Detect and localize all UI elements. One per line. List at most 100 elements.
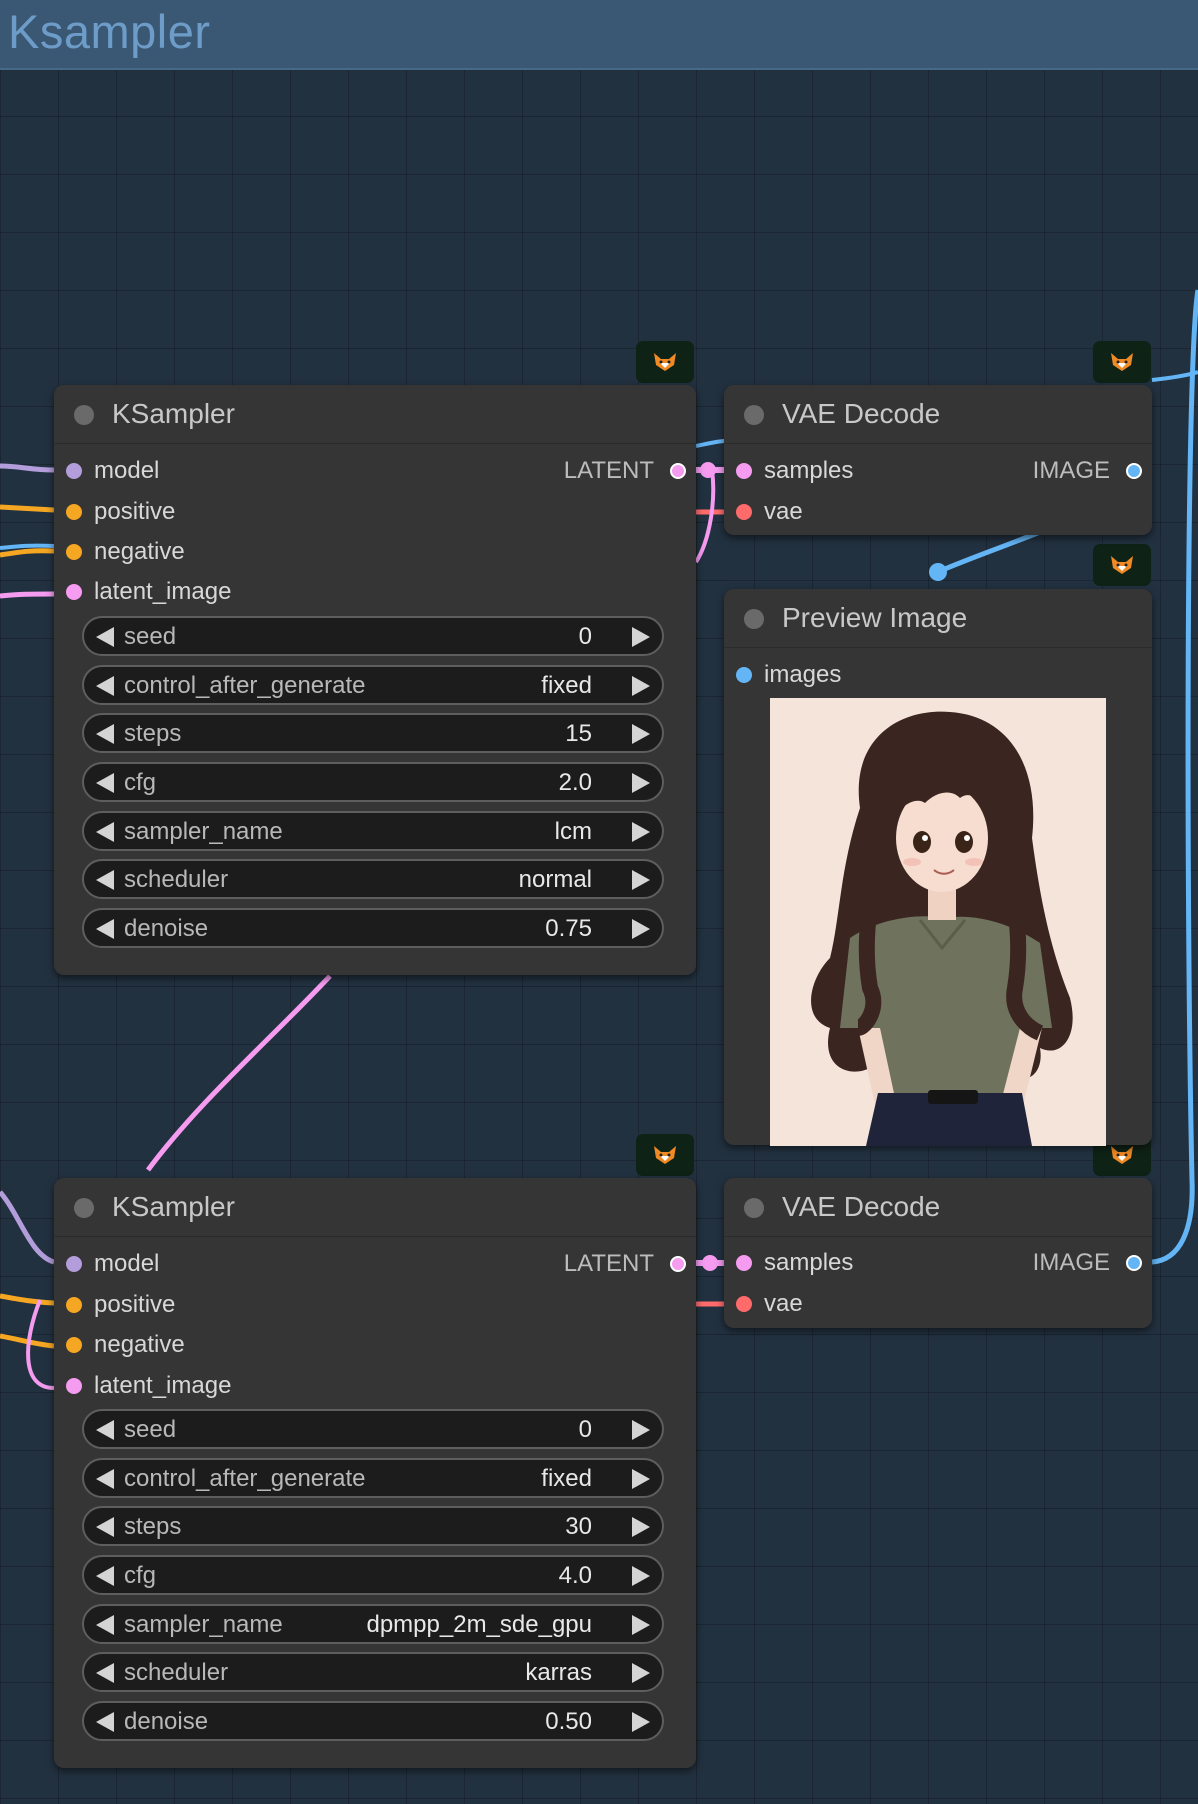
output-dot-latent[interactable]	[670, 463, 686, 479]
input-dot-images[interactable]	[736, 667, 752, 683]
widget-value: dpmpp_2m_sde_gpu	[366, 1611, 592, 1638]
collapse-dot[interactable]	[744, 405, 764, 425]
increment-arrow[interactable]	[632, 1469, 650, 1489]
increment-arrow[interactable]	[632, 822, 650, 842]
increment-arrow[interactable]	[632, 870, 650, 890]
node-title: KSampler	[112, 1191, 235, 1222]
widget-name: seed	[124, 623, 177, 650]
output-dot-image[interactable]	[1126, 1255, 1142, 1271]
output-dot-latent[interactable]	[670, 1256, 686, 1272]
input-dot-vae[interactable]	[736, 1296, 752, 1312]
wire-model-1	[0, 463, 55, 473]
increment-arrow[interactable]	[632, 919, 650, 939]
input-dot-latent[interactable]	[66, 584, 82, 600]
widget-name: scheduler	[124, 866, 229, 893]
decrement-arrow[interactable]	[96, 1712, 114, 1732]
node-title-bar[interactable]: VAE Decode	[724, 1178, 1152, 1237]
input-positive: positive	[94, 498, 176, 525]
decrement-arrow[interactable]	[96, 773, 114, 793]
increment-arrow[interactable]	[632, 773, 650, 793]
increment-arrow[interactable]	[632, 1615, 650, 1635]
increment-arrow[interactable]	[632, 724, 650, 744]
input-vae: vae	[764, 1290, 803, 1317]
increment-arrow[interactable]	[632, 1712, 650, 1732]
fox-icon	[654, 1146, 676, 1164]
input-dot-vae[interactable]	[736, 504, 752, 520]
input-dot-negative[interactable]	[66, 544, 82, 560]
decrement-arrow[interactable]	[96, 1663, 114, 1683]
widget-denoise[interactable]: denoise 0.75	[82, 908, 664, 948]
input-dot-latent[interactable]	[66, 1378, 82, 1394]
node-badge	[1093, 341, 1151, 383]
decrement-arrow[interactable]	[96, 1469, 114, 1489]
input-dot-negative[interactable]	[66, 1337, 82, 1353]
decrement-arrow[interactable]	[96, 724, 114, 744]
increment-arrow[interactable]	[632, 1517, 650, 1537]
increment-arrow[interactable]	[632, 676, 650, 696]
input-positive: positive	[94, 1291, 176, 1318]
widget-sampler-name[interactable]: sampler_name lcm	[82, 811, 664, 851]
decrement-arrow[interactable]	[96, 676, 114, 696]
ksampler-node-2[interactable]: KSampler model positive negative latent_…	[54, 1178, 696, 1768]
collapse-dot[interactable]	[74, 1198, 94, 1218]
widget-seed[interactable]: seed 0	[82, 1409, 664, 1449]
wire-positive-1	[0, 504, 55, 513]
decrement-arrow[interactable]	[96, 919, 114, 939]
widget-steps[interactable]: steps 15	[82, 713, 664, 753]
input-dot-samples[interactable]	[736, 1255, 752, 1271]
widget-control-after-generate[interactable]: control_after_generate fixed	[82, 1458, 664, 1498]
widget-control-after-generate[interactable]: control_after_generate fixed	[82, 665, 664, 705]
input-dot-model[interactable]	[66, 463, 82, 479]
decrement-arrow[interactable]	[96, 822, 114, 842]
widget-sampler-name[interactable]: sampler_name dpmpp_2m_sde_gpu	[82, 1604, 664, 1644]
increment-arrow[interactable]	[632, 1566, 650, 1586]
node-title-bar[interactable]: KSampler	[54, 1178, 696, 1237]
output-dot-image[interactable]	[1126, 463, 1142, 479]
node-title-bar[interactable]: KSampler	[54, 385, 696, 444]
output-latent-label: LATENT	[563, 457, 654, 484]
widget-name: control_after_generate	[124, 1465, 366, 1492]
collapse-dot[interactable]	[74, 405, 94, 425]
widget-value: 2.0	[558, 769, 592, 796]
input-model: model	[94, 457, 160, 484]
decrement-arrow[interactable]	[96, 1566, 114, 1586]
widget-value: 0	[578, 1416, 592, 1443]
wire-model-2	[0, 1190, 55, 1265]
widget-scheduler[interactable]: scheduler normal	[82, 859, 664, 899]
vae-decode-node-2[interactable]: VAE Decode samples vae IMAGE	[724, 1178, 1152, 1328]
input-dot-model[interactable]	[66, 1256, 82, 1272]
input-dot-samples[interactable]	[736, 463, 752, 479]
node-title-bar[interactable]: VAE Decode	[724, 385, 1152, 444]
input-dot-positive[interactable]	[66, 504, 82, 520]
decrement-arrow[interactable]	[96, 627, 114, 647]
decrement-arrow[interactable]	[96, 1420, 114, 1440]
widget-cfg[interactable]: cfg 4.0	[82, 1555, 664, 1595]
widget-steps[interactable]: steps 30	[82, 1506, 664, 1546]
wire-negative-1	[0, 548, 55, 558]
increment-arrow[interactable]	[632, 627, 650, 647]
widget-name: sampler_name	[124, 818, 283, 845]
decrement-arrow[interactable]	[96, 1615, 114, 1635]
increment-arrow[interactable]	[632, 1663, 650, 1683]
widget-scheduler[interactable]: scheduler karras	[82, 1652, 664, 1692]
decrement-arrow[interactable]	[96, 1517, 114, 1537]
preview-image[interactable]	[770, 698, 1106, 1146]
wire-curve-latent	[694, 469, 716, 564]
widget-name: control_after_generate	[124, 672, 366, 699]
increment-arrow[interactable]	[632, 1420, 650, 1440]
node-title-bar[interactable]: Preview Image	[724, 589, 1152, 648]
input-dot-positive[interactable]	[66, 1297, 82, 1313]
decrement-arrow[interactable]	[96, 870, 114, 890]
output-image-label: IMAGE	[1032, 457, 1110, 484]
ksampler-node-1[interactable]: KSampler model positive negative latent_…	[54, 385, 696, 975]
fox-icon	[1111, 353, 1133, 371]
widget-denoise[interactable]: denoise 0.50	[82, 1701, 664, 1741]
collapse-dot[interactable]	[744, 1198, 764, 1218]
vae-decode-node-1[interactable]: VAE Decode samples vae IMAGE	[724, 385, 1152, 535]
anime-girl-illustration	[770, 698, 1106, 1146]
widget-value: 30	[565, 1513, 592, 1540]
widget-seed[interactable]: seed 0	[82, 616, 664, 656]
collapse-dot[interactable]	[744, 609, 764, 629]
widget-name: scheduler	[124, 1659, 229, 1686]
widget-cfg[interactable]: cfg 2.0	[82, 762, 664, 802]
